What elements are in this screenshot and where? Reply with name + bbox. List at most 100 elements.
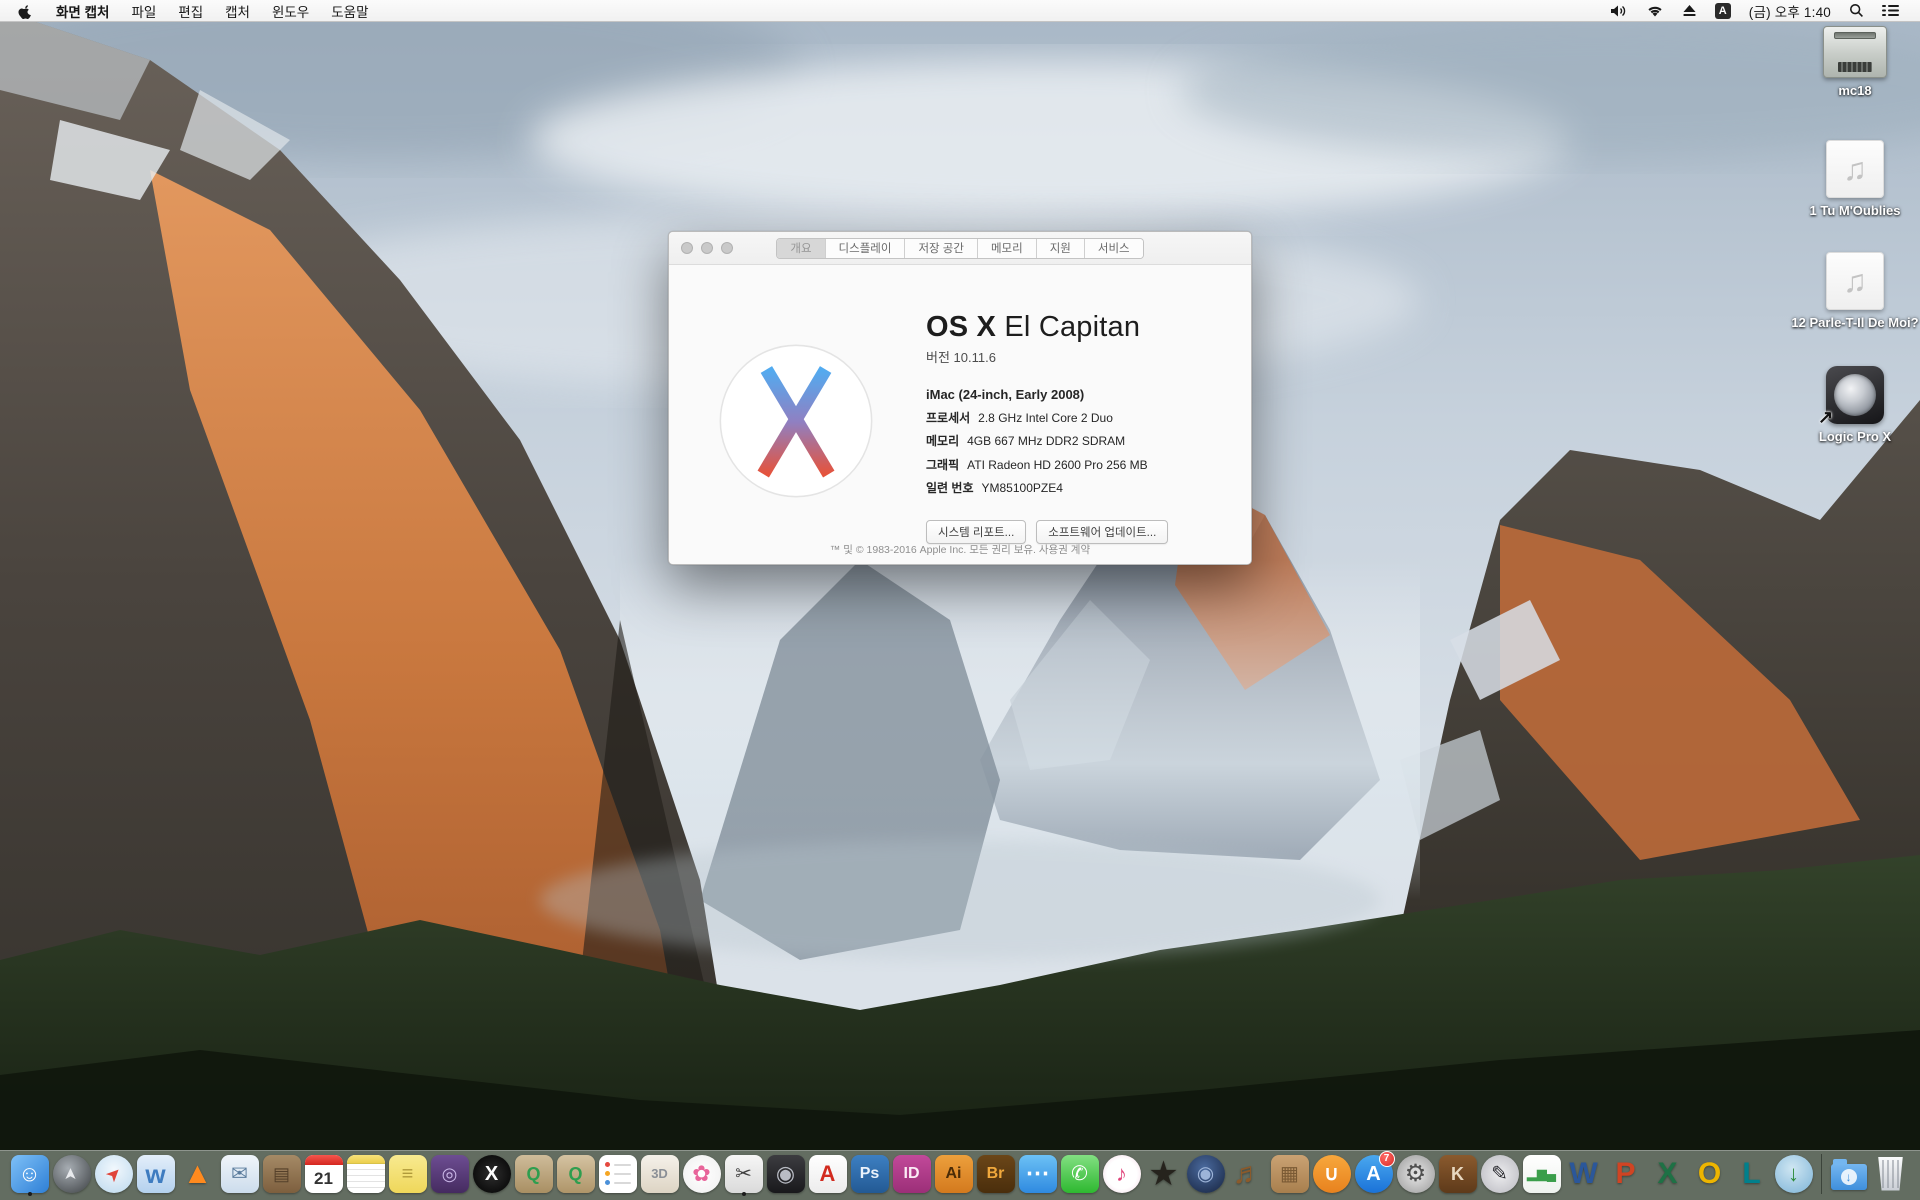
desktop-app-logic-pro-x[interactable]: ↗Logic Pro X — [1789, 366, 1920, 445]
menu-item-capture[interactable]: 캡처 — [214, 0, 261, 21]
tab-0[interactable]: 개요 — [777, 239, 825, 258]
spec-row-0: 프로세서2.8 GHz Intel Core 2 Duo — [926, 409, 1168, 426]
music-file-icon: ♫ — [1826, 140, 1884, 198]
apple-menu[interactable] — [12, 0, 45, 21]
spec-value: 4GB 667 MHz DDR2 SDRAM — [967, 434, 1125, 448]
dock-item-messages[interactable]: ⋯ — [1018, 1152, 1058, 1196]
notification-center-menu[interactable] — [1873, 0, 1908, 21]
dock-item-powerpoint[interactable]: P — [1606, 1152, 1646, 1196]
eject-menu[interactable] — [1673, 0, 1706, 21]
tab-4[interactable]: 지원 — [1037, 239, 1085, 258]
tab-5[interactable]: 서비스 — [1085, 239, 1143, 258]
glyph: ◉ — [776, 1163, 795, 1185]
desktop-icon-label: Logic Pro X — [1819, 429, 1891, 445]
dock-item-acrobat[interactable]: A — [808, 1152, 848, 1196]
close-button[interactable] — [681, 242, 693, 254]
eject-icon — [1682, 4, 1697, 17]
x-photo-app-icon: X — [473, 1155, 511, 1193]
dock-item-ibooks[interactable]: ∪ — [1312, 1152, 1352, 1196]
input-source-badge: A — [1715, 3, 1731, 19]
tab-3[interactable]: 메모리 — [978, 239, 1037, 258]
menu-item-window[interactable]: 윈도우 — [261, 0, 320, 21]
dock-item-word[interactable]: W — [1564, 1152, 1604, 1196]
dock-item-logic-pro[interactable]: ◉ — [766, 1152, 806, 1196]
logic-pro-alias-icon: ↗ — [1826, 366, 1884, 424]
dock-item-facetime[interactable]: ✆ — [1060, 1152, 1100, 1196]
download-arrow-icon: ↓ — [1841, 1169, 1857, 1185]
dock-item-lync[interactable]: L — [1732, 1152, 1772, 1196]
mail-icon: ✉ — [221, 1155, 259, 1193]
tab-2[interactable]: 저장 공간 — [905, 239, 978, 258]
dock-item-photos[interactable]: ✿ — [682, 1152, 722, 1196]
dock-item-system-preferences[interactable]: ⚙ — [1396, 1152, 1436, 1196]
outlook-icon: O — [1698, 1159, 1721, 1189]
spotlight-menu[interactable] — [1840, 0, 1873, 21]
dock-item-x-photo-app[interactable]: X — [472, 1152, 512, 1196]
dock-item-cards-3d-app[interactable]: 3D — [640, 1152, 680, 1196]
dock-item-illustrator[interactable]: Ai — [934, 1152, 974, 1196]
dock-item-safari[interactable]: ➤ — [94, 1152, 134, 1196]
dock-item-vlc[interactable]: ▲ — [178, 1152, 218, 1196]
dock-item-downloads-folder[interactable]: ↓ — [1829, 1152, 1869, 1196]
dock-item-excel[interactable]: X — [1648, 1152, 1688, 1196]
dock-item-photoshop[interactable]: Ps — [850, 1152, 890, 1196]
spec-row-3: 일련 번호YM85100PZE4 — [926, 479, 1168, 496]
input-source-menu[interactable]: A — [1706, 0, 1740, 21]
dock-item-itunes[interactable]: ♪ — [1102, 1152, 1142, 1196]
dock-item-reminders[interactable] — [598, 1152, 638, 1196]
dock-item-toast[interactable]: ◎ — [430, 1152, 470, 1196]
dock-item-finder[interactable]: ☺ — [10, 1152, 50, 1196]
desktop-file-tu-moublies[interactable]: ♫1 Tu M'Oublies — [1789, 140, 1920, 219]
w-globe-browser-icon: w — [137, 1155, 175, 1193]
dock-item-contacts[interactable]: ▤ — [262, 1152, 302, 1196]
dock-item-box-q-app-1[interactable]: Q — [514, 1152, 554, 1196]
dock-item-idvd[interactable]: ◉ — [1186, 1152, 1226, 1196]
wifi-menu[interactable] — [1637, 0, 1673, 21]
dock-item-indesign[interactable]: ID — [892, 1152, 932, 1196]
dock-item-garageband[interactable]: ♬ — [1228, 1152, 1268, 1196]
menu-item-help[interactable]: 도움말 — [320, 0, 379, 21]
box-q-app-2-icon: Q — [557, 1155, 595, 1193]
dock-item-calendar[interactable]: 21 — [304, 1152, 344, 1196]
dock-item-globe-downloader[interactable]: ↓ — [1774, 1152, 1814, 1196]
dock-item-corkboard-app[interactable]: ▦ — [1270, 1152, 1310, 1196]
menu-item-edit[interactable]: 편집 — [167, 0, 214, 21]
dock-item-outlook[interactable]: O — [1690, 1152, 1730, 1196]
hdd-vents — [1838, 62, 1872, 72]
desktop-file-parle-t-il[interactable]: ♫12 Parle-T-Il De Moi? — [1789, 252, 1920, 331]
dock-item-grab-screen-capture[interactable]: ✂ — [724, 1152, 764, 1196]
dock-item-bridge[interactable]: Br — [976, 1152, 1016, 1196]
dock-item-trash[interactable] — [1871, 1152, 1911, 1196]
dock-item-box-q-app-2[interactable]: Q — [556, 1152, 596, 1196]
dock-item-imovie[interactable]: ★ — [1144, 1152, 1184, 1196]
software-update-button[interactable]: 소프트웨어 업데이트... — [1036, 520, 1168, 544]
dock-item-w-globe-browser[interactable]: w — [136, 1152, 176, 1196]
menu-item-app-name[interactable]: 화면 캡처 — [45, 0, 120, 21]
dock-item-stickies[interactable]: ≡ — [388, 1152, 428, 1196]
finder-icon: ☺ — [11, 1155, 49, 1193]
dock-item-keynote[interactable]: K — [1438, 1152, 1478, 1196]
minimize-button[interactable] — [701, 242, 713, 254]
about-tabs: 개요디스플레이저장 공간메모리지원서비스 — [776, 238, 1143, 259]
reminder-dot — [605, 1171, 610, 1176]
spec-value: 2.8 GHz Intel Core 2 Duo — [978, 411, 1113, 425]
menu-clock[interactable]: (금) 오후 1:40 — [1740, 1, 1840, 21]
dock-item-notes[interactable] — [346, 1152, 386, 1196]
glyph: ◉ — [1197, 1164, 1214, 1184]
menu-item-file[interactable]: 파일 — [120, 0, 167, 21]
dock-item-app-store[interactable]: A7 — [1354, 1152, 1394, 1196]
system-report-button[interactable]: 시스템 리포트... — [926, 520, 1026, 544]
glyph: ➤ — [102, 1162, 125, 1185]
window-titlebar[interactable]: 개요디스플레이저장 공간메모리지원서비스 — [669, 232, 1251, 265]
spec-list: 프로세서2.8 GHz Intel Core 2 Duo메모리4GB 667 M… — [926, 409, 1168, 497]
desktop-disk-mc18[interactable]: mc18 — [1789, 26, 1920, 99]
dock-item-numbers[interactable]: ▂▆▄ — [1522, 1152, 1562, 1196]
zoom-button[interactable] — [721, 242, 733, 254]
calendar-icon: 21 — [305, 1155, 343, 1193]
dock-item-pages[interactable]: ✎ — [1480, 1152, 1520, 1196]
tab-1[interactable]: 디스플레이 — [826, 239, 906, 258]
dock-item-launchpad[interactable]: ➤ — [52, 1152, 92, 1196]
dock-item-mail[interactable]: ✉ — [220, 1152, 260, 1196]
volume-menu[interactable] — [1601, 0, 1637, 21]
alias-arrow-icon: ↗ — [1818, 407, 1833, 428]
